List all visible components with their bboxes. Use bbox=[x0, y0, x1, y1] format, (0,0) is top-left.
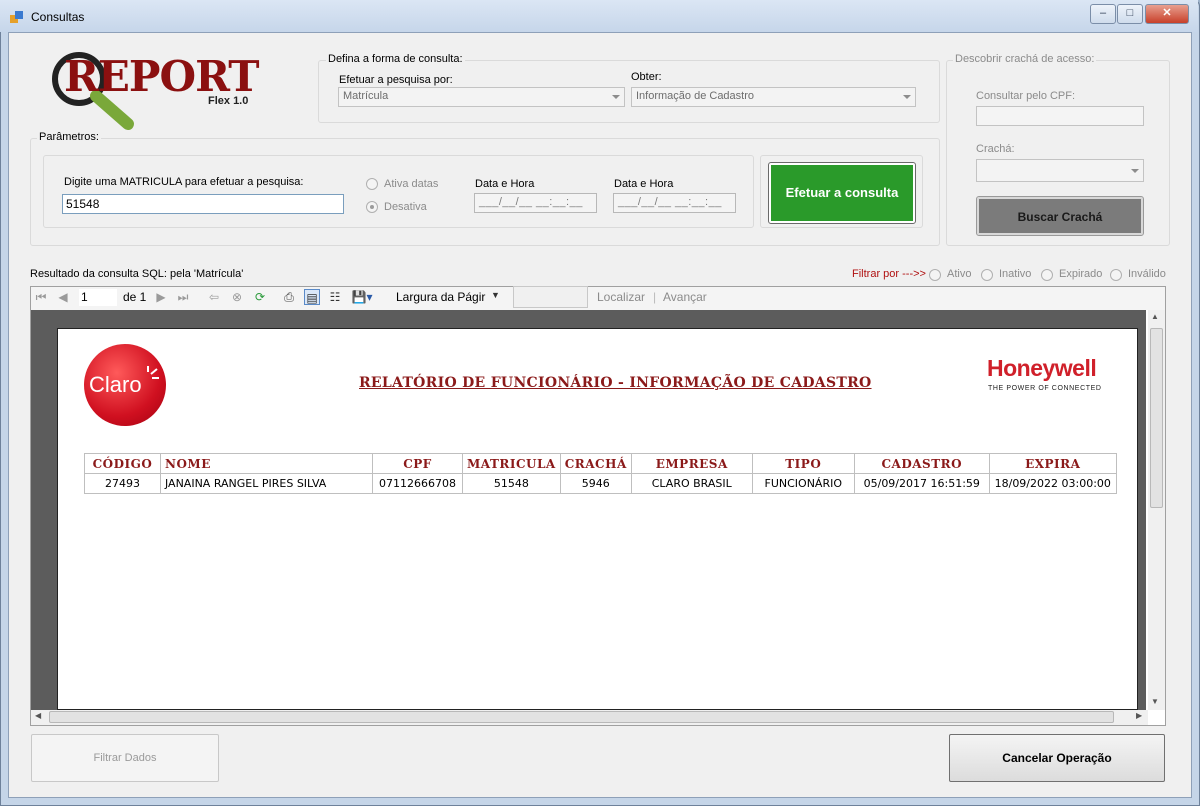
maximize-icon[interactable]: □ bbox=[1117, 4, 1143, 24]
pesquisa-label: Efetuar a pesquisa por: bbox=[339, 74, 453, 86]
report-title: RELATÓRIO DE FUNCIONÁRIO - INFORMAÇÃO DE… bbox=[359, 375, 872, 391]
consulta-group-title: Defina a forma de consulta: bbox=[326, 53, 465, 65]
col-cpf: CPF bbox=[372, 453, 463, 474]
claro-rays-icon bbox=[146, 366, 160, 380]
title-bar bbox=[0, 0, 1198, 32]
data-hora-2-label: Data e Hora bbox=[614, 178, 674, 190]
data-hora-1-label: Data e Hora bbox=[475, 178, 535, 190]
filter-expirado-label: Expirado bbox=[1059, 268, 1103, 280]
buscar-cracha-button[interactable]: Buscar Crachá bbox=[976, 196, 1144, 236]
col-nome: NOME bbox=[160, 453, 373, 474]
logo-text: REPORT bbox=[64, 52, 260, 101]
data-hora-1-input[interactable]: ___/__/__ __:__:__ bbox=[474, 193, 597, 213]
col-cadastro: CADASTRO bbox=[853, 453, 990, 474]
cell-cadastro: 05/09/2017 16:51:59 bbox=[853, 473, 990, 494]
table-row: 27493 JANAINA RANGEL PIRES SILVA 0711266… bbox=[84, 473, 1117, 494]
scroll-down-icon[interactable]: ▼ bbox=[1151, 697, 1159, 706]
cpf-input[interactable] bbox=[976, 106, 1144, 126]
cell-matricula: 51548 bbox=[462, 473, 561, 494]
cell-empresa: CLARO BRASIL bbox=[630, 473, 753, 494]
first-page-icon[interactable]: ⏮ bbox=[33, 289, 49, 305]
ativa-datas-label: Ativa datas bbox=[384, 178, 439, 190]
cracha-group-title: Descobrir crachá de acesso: bbox=[953, 53, 1097, 65]
desativa-radio[interactable] bbox=[366, 201, 378, 213]
cell-codigo: 27493 bbox=[84, 473, 161, 494]
zoom-chevron-down-icon: ▼ bbox=[491, 290, 500, 300]
claro-logo-text: Claro bbox=[89, 372, 142, 397]
back-icon[interactable]: ⇦ bbox=[206, 289, 222, 305]
print-icon[interactable]: ⎙ bbox=[281, 289, 297, 305]
export-icon[interactable]: 💾▾ bbox=[350, 289, 374, 305]
filter-invalido-label: Inválido bbox=[1128, 268, 1166, 280]
refresh-icon[interactable]: ⟳ bbox=[252, 289, 268, 305]
horizontal-scroll-thumb[interactable] bbox=[49, 711, 1114, 723]
matricula-input[interactable]: 51548 bbox=[62, 194, 344, 214]
scroll-left-icon[interactable]: ◀ bbox=[35, 711, 41, 720]
filtrar-por-label: Filtrar por --->> bbox=[852, 268, 926, 280]
print-layout-icon[interactable]: ▤ bbox=[304, 289, 320, 305]
chevron-down-icon bbox=[1131, 169, 1139, 173]
filter-expirado-radio[interactable] bbox=[1041, 269, 1053, 281]
col-expira: EXPIRA bbox=[988, 453, 1117, 474]
page-of-label: de 1 bbox=[123, 290, 147, 304]
table-header-row: CÓDIGO NOME CPF MATRICULA CRACHÁ EMPRESA… bbox=[84, 453, 1117, 474]
logo-version: Flex 1.0 bbox=[208, 95, 249, 107]
efetuar-consulta-button[interactable]: Efetuar a consulta bbox=[768, 162, 916, 224]
filter-ativo-radio[interactable] bbox=[929, 269, 941, 281]
parametros-inner bbox=[43, 155, 754, 228]
parametros-group-title: Parâmetros: bbox=[37, 131, 101, 143]
cracha-select[interactable] bbox=[976, 159, 1144, 182]
next-page-icon[interactable]: ▶ bbox=[153, 289, 169, 305]
ativa-datas-radio[interactable] bbox=[366, 178, 378, 190]
app-icon bbox=[10, 10, 24, 24]
cell-expira: 18/09/2022 03:00:00 bbox=[988, 473, 1117, 494]
find-input[interactable] bbox=[513, 286, 588, 308]
col-matricula: MATRICULA bbox=[462, 453, 561, 474]
scroll-right-icon[interactable]: ▶ bbox=[1136, 711, 1142, 720]
vertical-scroll-thumb[interactable] bbox=[1150, 328, 1163, 508]
cpf-label: Consultar pelo CPF: bbox=[976, 90, 1076, 102]
prev-page-icon[interactable]: ◀ bbox=[55, 289, 71, 305]
zoom-select[interactable]: Largura da Págir bbox=[396, 290, 485, 304]
page-number-input[interactable]: 1 bbox=[79, 289, 117, 306]
filtrar-dados-button[interactable]: Filtrar Dados bbox=[31, 734, 219, 782]
filter-inativo-radio[interactable] bbox=[981, 269, 993, 281]
honeywell-tagline: THE POWER OF CONNECTED bbox=[988, 385, 1102, 392]
filter-inativo-label: Inativo bbox=[999, 268, 1032, 280]
honeywell-logo: Honeywell bbox=[987, 355, 1097, 381]
cell-nome: JANAINA RANGEL PIRES SILVA bbox=[160, 473, 373, 494]
obter-select[interactable]: Informação de Cadastro bbox=[631, 87, 916, 107]
cancelar-operacao-button[interactable]: Cancelar Operação bbox=[949, 734, 1165, 782]
cell-tipo: FUNCIONÁRIO bbox=[751, 473, 855, 494]
desativa-label: Desativa bbox=[384, 201, 427, 213]
minimize-icon[interactable]: – bbox=[1090, 4, 1116, 24]
col-tipo: TIPO bbox=[751, 453, 855, 474]
col-cracha: CRACHÁ bbox=[559, 453, 632, 474]
cracha-label: Crachá: bbox=[976, 143, 1015, 155]
resultado-label: Resultado da consulta SQL: pela 'Matrícu… bbox=[30, 268, 244, 280]
scroll-up-icon[interactable]: ▲ bbox=[1151, 312, 1159, 321]
cell-cpf: 07112666708 bbox=[372, 473, 463, 494]
matricula-label: Digite uma MATRICULA para efetuar a pesq… bbox=[64, 176, 304, 188]
stop-icon[interactable]: ⊗ bbox=[229, 289, 245, 305]
page-setup-icon[interactable]: ☷ bbox=[327, 289, 343, 305]
cell-cracha: 5946 bbox=[559, 473, 632, 494]
pesquisa-select[interactable]: Matrícula bbox=[338, 87, 625, 107]
chevron-down-icon bbox=[903, 95, 911, 99]
next-link[interactable]: Avançar bbox=[663, 290, 707, 304]
filter-ativo-label: Ativo bbox=[947, 268, 972, 280]
filter-invalido-radio[interactable] bbox=[1110, 269, 1122, 281]
col-empresa: EMPRESA bbox=[630, 453, 753, 474]
obter-label: Obter: bbox=[631, 71, 662, 83]
last-page-icon[interactable]: ⏭ bbox=[175, 289, 191, 305]
data-hora-2-input[interactable]: ___/__/__ __:__:__ bbox=[613, 193, 736, 213]
close-icon[interactable]: ✕ bbox=[1145, 4, 1189, 24]
col-codigo: CÓDIGO bbox=[84, 453, 161, 474]
chevron-down-icon bbox=[612, 95, 620, 99]
window-title: Consultas bbox=[31, 10, 85, 24]
find-link[interactable]: Localizar bbox=[597, 290, 645, 304]
report-table: CÓDIGO NOME CPF MATRICULA CRACHÁ EMPRESA… bbox=[84, 453, 1117, 494]
toolbar-separator: | bbox=[653, 290, 657, 304]
